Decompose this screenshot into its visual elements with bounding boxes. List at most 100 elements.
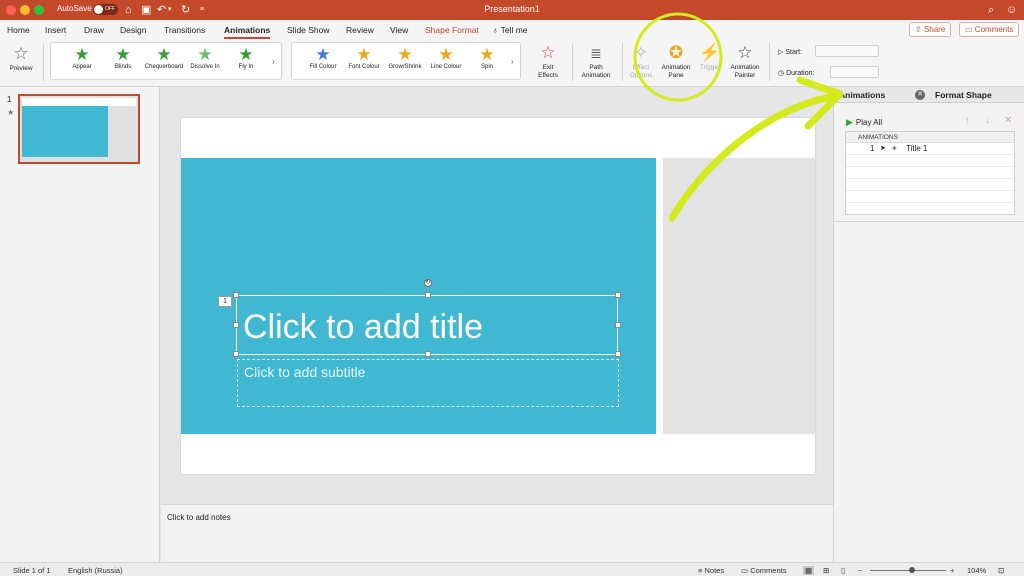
fit-to-window-icon[interactable]: ⊡ [998, 566, 1004, 575]
separator [572, 43, 573, 81]
resize-handle[interactable] [233, 351, 239, 357]
close-icon[interactable]: ✕ [915, 90, 925, 100]
resize-handle[interactable] [615, 351, 621, 357]
notes-placeholder: Click to add notes [167, 513, 231, 522]
notes-pane[interactable]: Click to add notes [161, 504, 833, 562]
move-up-icon[interactable]: ↑ [965, 115, 970, 126]
tab-shape-format[interactable]: Shape Format [425, 25, 479, 35]
zoom-in-icon[interactable]: + [950, 566, 954, 575]
comments-button[interactable]: ▭ Comments [959, 22, 1020, 37]
preview-label: Preview [9, 65, 33, 72]
effect-line-colour[interactable]: ★ Line Colour [424, 45, 468, 70]
notes-toggle[interactable]: ≡ Notes [698, 566, 724, 575]
preview-button[interactable]: ☆ Preview [4, 43, 38, 73]
share-icon: ⇪ [915, 25, 922, 34]
effect-grow-shrink[interactable]: ★ Grow/Shrink [383, 45, 427, 70]
tab-format-shape[interactable]: Format Shape [935, 90, 992, 100]
animation-list-header: ANIMATIONS [846, 132, 1014, 143]
gallery-more-icon[interactable]: › [511, 57, 514, 66]
normal-view-icon[interactable]: ▦ [803, 566, 815, 575]
delete-icon[interactable]: ✕ [1004, 115, 1012, 126]
resize-handle[interactable] [425, 351, 431, 357]
duration-label: ◷ Duration: [778, 69, 814, 77]
status-bar: Slide 1 of 1 English (Russia) ≡ Notes ▭ … [0, 562, 1024, 576]
move-down-icon[interactable]: ↓ [985, 115, 990, 126]
chequerboard-star-icon: ★ [156, 45, 172, 64]
tab-draw[interactable]: Draw [84, 25, 104, 35]
tab-design[interactable]: Design [120, 25, 146, 35]
animation-target: Title 1 [906, 144, 928, 153]
font-colour-star-icon: ★ [356, 45, 372, 64]
tell-me[interactable]: ♁ Tell me [492, 25, 528, 35]
animation-painter-icon: ☆ [737, 43, 753, 62]
tab-view[interactable]: View [390, 25, 408, 35]
reading-view-icon[interactable]: ▯ [841, 566, 845, 575]
resize-handle[interactable] [425, 292, 431, 298]
tab-review[interactable]: Review [346, 25, 374, 35]
fill-colour-star-icon: ★ [315, 45, 331, 64]
path-animation-button[interactable]: ≣ Path Animation [575, 42, 617, 79]
effect-options-label: Effect Options [629, 64, 653, 79]
tab-transitions[interactable]: Transitions [164, 25, 205, 35]
zoom-slider[interactable] [870, 570, 946, 571]
thumb-blue-area [22, 106, 108, 157]
trigger-label: Trigger [699, 64, 721, 71]
tab-home[interactable]: Home [7, 25, 30, 35]
effect-dissolve-in[interactable]: ★ Dissolve In [183, 45, 227, 70]
search-icon[interactable]: ⌕ [988, 3, 994, 17]
notes-icon: ≡ [698, 566, 703, 575]
tab-slide-show[interactable]: Slide Show [287, 25, 330, 35]
animation-order-tag: 1 [218, 296, 232, 307]
resize-handle[interactable] [615, 292, 621, 298]
list-item[interactable]: 1 ➤ ✦ Title 1 [846, 143, 1014, 155]
zoom-level[interactable]: 104% [967, 566, 986, 575]
effect-fill-colour[interactable]: ★ Fill Colour [301, 45, 345, 70]
play-all-button[interactable]: ▶ Play All [846, 117, 882, 128]
effect-font-colour[interactable]: ★ Font Colour [342, 45, 386, 70]
effect-chequerboard[interactable]: ★ Chequerboard [142, 45, 186, 70]
exit-star-icon: ☆ [540, 43, 556, 62]
start-select[interactable] [815, 45, 879, 57]
play-icon: ▶ [846, 117, 853, 127]
rotate-handle[interactable]: ↻ [424, 279, 432, 287]
slide-thumbnail[interactable] [18, 94, 140, 164]
subtitle-placeholder[interactable]: Click to add subtitle [237, 359, 619, 407]
trigger-button[interactable]: ⚡ Trigger [695, 42, 725, 72]
resize-handle[interactable] [615, 322, 621, 328]
title-placeholder[interactable]: Click to add title [233, 292, 621, 357]
animation-pane-label: Animation Pane [661, 64, 691, 79]
effect-fly-in[interactable]: ★ Fly In [224, 45, 268, 70]
share-button[interactable]: ⇪ Share [909, 22, 952, 37]
tab-animations[interactable]: Animations [224, 25, 271, 39]
grey-placeholder-shape[interactable] [663, 158, 815, 434]
animation-list: ANIMATIONS 1 ➤ ✦ Title 1 [845, 131, 1015, 215]
smiley-icon[interactable]: ☺ [1006, 3, 1017, 17]
zoom-slider-knob[interactable] [908, 567, 915, 573]
animation-painter-button[interactable]: ☆ Animation Painter [725, 42, 765, 79]
list-item-empty [846, 191, 1014, 203]
exit-effects-button[interactable]: ☆ Exit Effects [529, 42, 567, 79]
duration-stepper[interactable] [830, 66, 879, 78]
tab-animations-pane[interactable]: Animations [839, 90, 885, 100]
effect-label: Grow/Shrink [388, 64, 422, 70]
animation-pane-button[interactable]: ✪ Animation Pane [657, 42, 695, 79]
language[interactable]: English (Russia) [68, 566, 123, 575]
slide-sorter-icon[interactable]: ⊞ [823, 566, 829, 575]
resize-handle[interactable] [233, 292, 239, 298]
comment-icon: ▭ [741, 566, 749, 575]
effect-blinds[interactable]: ★ Blinds [101, 45, 145, 70]
effect-appear[interactable]: ★ Appear [60, 45, 104, 70]
zoom-out-icon[interactable]: − [858, 566, 862, 575]
effect-spin[interactable]: ★ Spin [465, 45, 509, 70]
animation-number: 1 [870, 144, 875, 153]
gallery-more-icon[interactable]: › [272, 57, 275, 66]
effect-label: Spin [480, 64, 493, 70]
tab-insert[interactable]: Insert [45, 25, 66, 35]
comments-toggle[interactable]: ▭ Comments [741, 566, 786, 575]
slide-counter: Slide 1 of 1 [13, 566, 51, 575]
start-icon: ▷ [778, 49, 784, 56]
thumb-background [22, 98, 136, 106]
resize-handle[interactable] [233, 322, 239, 328]
effect-options-button[interactable]: ✧ Effect Options [624, 42, 658, 79]
spin-star-icon: ★ [479, 45, 495, 64]
